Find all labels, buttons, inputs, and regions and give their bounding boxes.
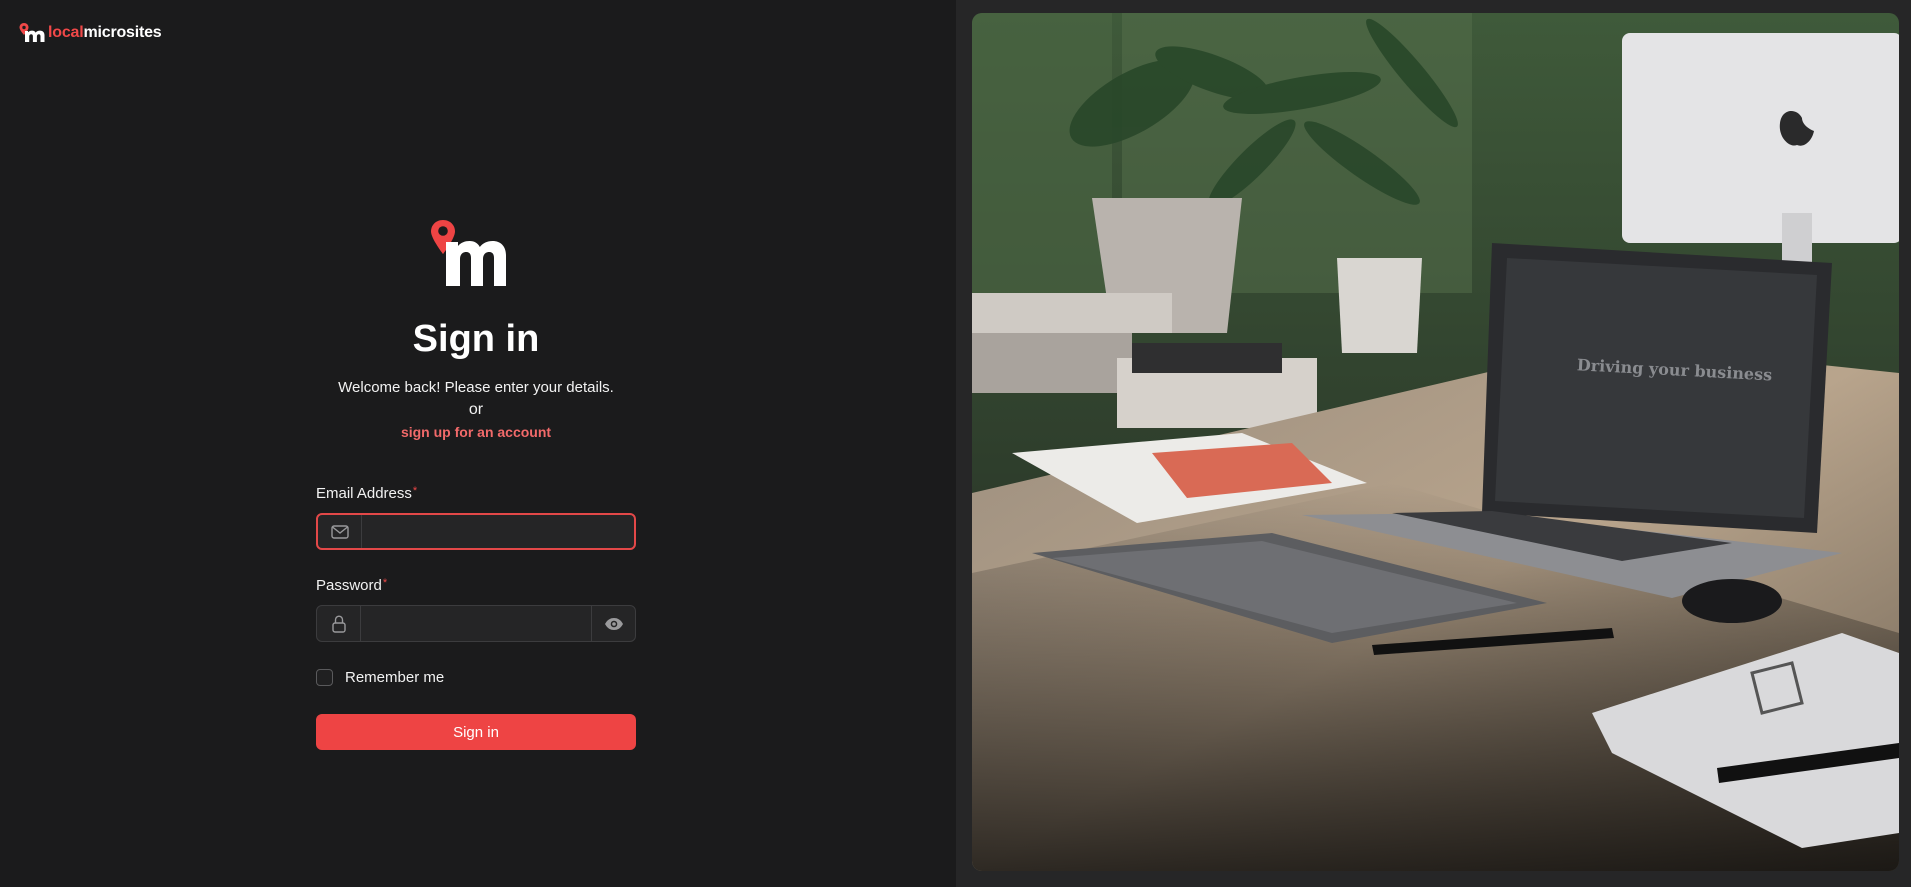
brand-logo-icon [19, 23, 45, 42]
login-panel: localmicrosites Sign in Welcome back! Pl… [0, 0, 956, 887]
email-label-text: Email Address [316, 485, 412, 502]
signup-link[interactable]: sign up for an account [256, 424, 696, 440]
email-label: Email Address* [316, 485, 417, 502]
required-asterisk: * [382, 577, 388, 589]
remember-me-label[interactable]: Remember me [345, 669, 444, 686]
eye-icon[interactable] [591, 606, 635, 641]
email-input[interactable] [362, 515, 634, 548]
center-logo-icon [429, 218, 525, 293]
welcome-text: Welcome back! Please enter your details. [338, 379, 614, 396]
email-field[interactable] [316, 513, 636, 550]
workspace-photo: Driving your business [972, 13, 1899, 871]
page-title: Sign in [412, 318, 540, 360]
mail-icon [318, 515, 362, 548]
sign-in-button[interactable]: Sign in [316, 714, 636, 750]
lock-icon [317, 606, 361, 641]
brand-local-text: local [48, 24, 84, 41]
or-separator: or [468, 401, 484, 418]
brand-header[interactable]: localmicrosites [19, 23, 162, 43]
password-label: Password* [316, 577, 387, 594]
password-field[interactable] [316, 605, 636, 642]
remember-me-row[interactable]: Remember me [316, 669, 444, 686]
required-asterisk: * [412, 485, 418, 497]
password-input[interactable] [361, 606, 591, 641]
password-label-text: Password [316, 577, 382, 594]
brand-microsites-text: microsites [83, 24, 162, 41]
remember-me-checkbox[interactable] [316, 669, 333, 686]
